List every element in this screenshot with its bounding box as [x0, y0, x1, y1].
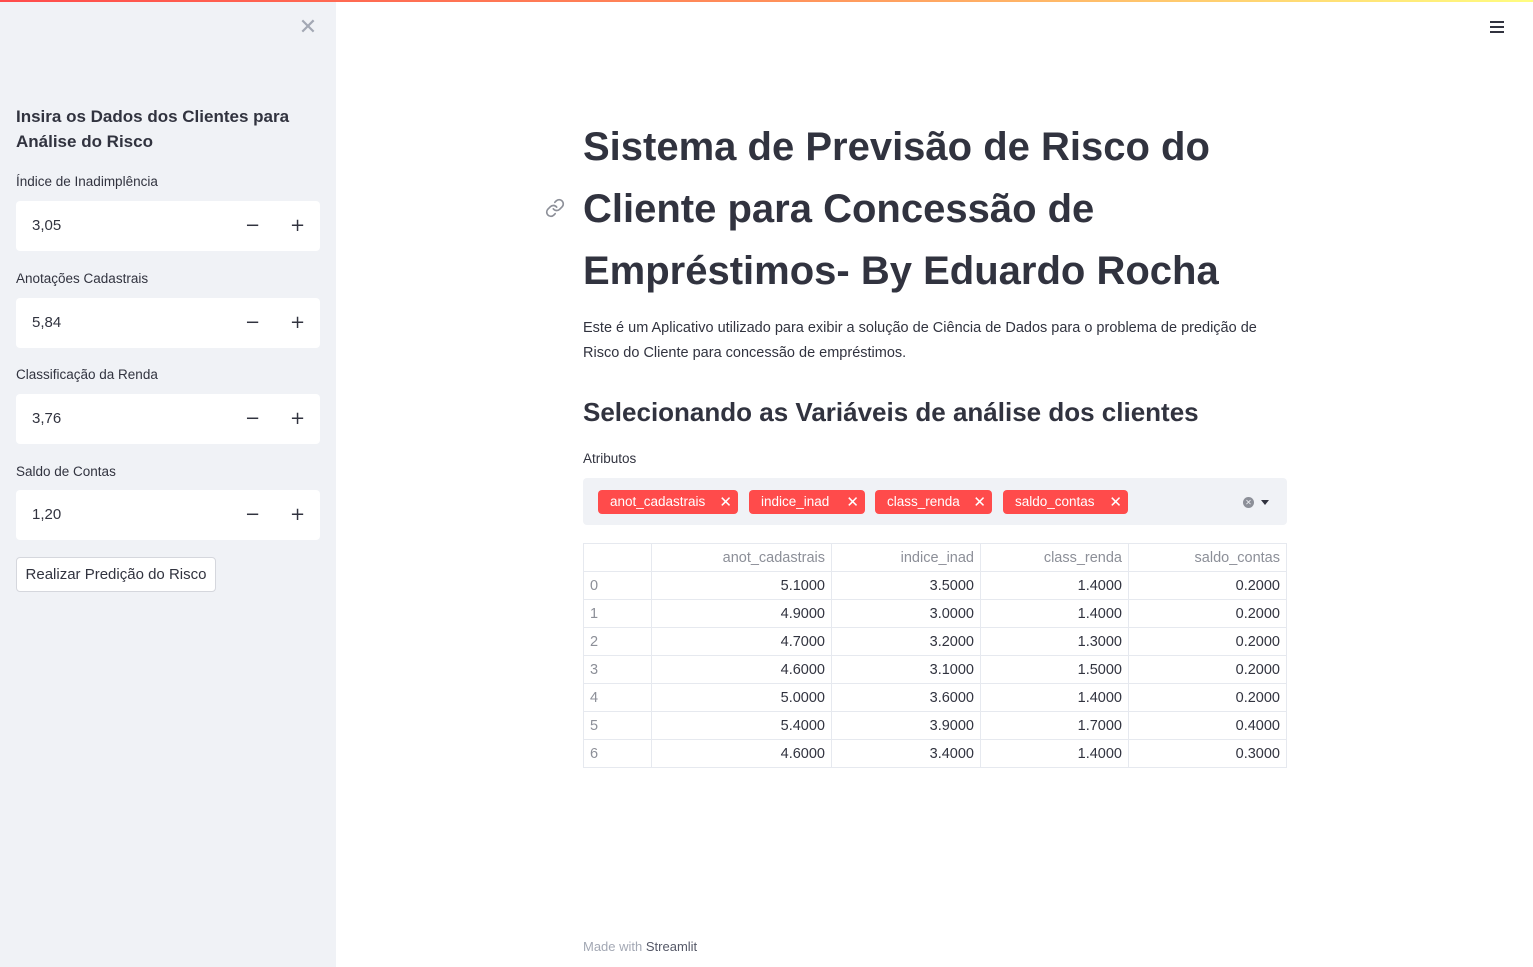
table-cell: 0.3000	[1128, 739, 1287, 768]
sidebar: ✕ Insira os Dados dos Clientes para Anál…	[0, 0, 336, 967]
data-table: anot_cadastrais indice_inad class_renda …	[583, 543, 1287, 768]
table-cell: 5.4000	[651, 711, 832, 740]
remove-tag-icon[interactable]: ✕	[846, 490, 859, 514]
increment-button[interactable]: +	[275, 490, 320, 540]
decoration-top-bar	[0, 0, 1533, 2]
close-icon[interactable]: ✕	[297, 16, 319, 40]
table-cell: 0.2000	[1128, 683, 1287, 712]
row-index: 1	[583, 599, 652, 628]
table-row: 1 4.9000 3.0000 1.4000 0.2000	[583, 599, 1287, 628]
remove-tag-icon[interactable]: ✕	[1109, 490, 1122, 514]
footer: Made with Streamlit	[583, 939, 697, 954]
column-header[interactable]: anot_cadastrais	[651, 543, 832, 572]
streamlit-link[interactable]: Streamlit	[646, 939, 697, 954]
number-input-indice-inadimplencia: 3,05 − +	[16, 201, 320, 251]
table-cell: 4.6000	[651, 655, 832, 684]
table-cell: 1.4000	[980, 683, 1129, 712]
clear-all-icon[interactable]: ✕	[1243, 497, 1254, 508]
table-cell: 3.2000	[831, 627, 981, 656]
number-field-value[interactable]: 1,20	[16, 490, 230, 540]
decrement-button[interactable]: −	[230, 394, 275, 444]
tag-anot-cadastrais: anot_cadastrais ✕	[598, 490, 738, 514]
table-row: 0 5.1000 3.5000 1.4000 0.2000	[583, 571, 1287, 600]
tag-saldo-contas: saldo_contas ✕	[1003, 490, 1128, 514]
table-cell: 3.5000	[831, 571, 981, 600]
table-cell: 1.4000	[980, 739, 1129, 768]
table-cell: 5.0000	[651, 683, 832, 712]
section-heading: Selecionando as Variáveis de análise dos…	[583, 397, 1199, 427]
tag-label: saldo_contas	[1015, 494, 1095, 509]
increment-button[interactable]: +	[275, 394, 320, 444]
number-input-saldo-contas: 1,20 − +	[16, 490, 320, 540]
predict-risk-button[interactable]: Realizar Predição do Risco	[16, 557, 216, 592]
table-cell: 3.4000	[831, 739, 981, 768]
label-classificacao-renda: Classificação da Renda	[16, 367, 158, 382]
column-header[interactable]: class_renda	[980, 543, 1129, 572]
number-field-value[interactable]: 3,76	[16, 394, 230, 444]
table-row: 6 4.6000 3.4000 1.4000 0.3000	[583, 739, 1287, 768]
label-anotacoes-cadastrais: Anotações Cadastrais	[16, 271, 149, 286]
page-title: Sistema de Previsão de Risco do Cliente …	[583, 125, 1219, 293]
row-index: 6	[583, 739, 652, 768]
remove-tag-icon[interactable]: ✕	[973, 490, 986, 514]
link-icon[interactable]	[545, 198, 565, 218]
table-cell: 1.3000	[980, 627, 1129, 656]
tag-label: indice_inad	[761, 494, 830, 509]
table-row: 4 5.0000 3.6000 1.4000 0.2000	[583, 683, 1287, 712]
attributes-multiselect[interactable]: anot_cadastrais ✕ indice_inad ✕ class_re…	[583, 478, 1287, 525]
table-cell: 1.4000	[980, 599, 1129, 628]
sidebar-heading: Insira os Dados dos Clientes para Anális…	[16, 107, 290, 151]
intro-text: Este é um Aplicativo utilizado para exib…	[583, 320, 1257, 361]
multiselect-label: Atributos	[583, 451, 637, 466]
table-cell: 4.6000	[651, 739, 832, 768]
table-cell: 5.1000	[651, 571, 832, 600]
column-header[interactable]: saldo_contas	[1128, 543, 1287, 572]
row-index: 3	[583, 655, 652, 684]
table-cell: 0.2000	[1128, 655, 1287, 684]
row-index: 2	[583, 627, 652, 656]
table-cell: 1.7000	[980, 711, 1129, 740]
tag-label: anot_cadastrais	[610, 494, 706, 509]
number-input-anotacoes-cadastrais: 5,84 − +	[16, 298, 320, 348]
chevron-down-icon[interactable]	[1261, 500, 1269, 505]
table-cell: 4.7000	[651, 627, 832, 656]
table-cell: 0.2000	[1128, 599, 1287, 628]
column-header[interactable]: indice_inad	[831, 543, 981, 572]
table-header-row: anot_cadastrais indice_inad class_renda …	[583, 543, 1287, 572]
tag-indice-inad: indice_inad ✕	[749, 490, 865, 514]
row-index: 5	[583, 711, 652, 740]
table-row: 3 4.6000 3.1000 1.5000 0.2000	[583, 655, 1287, 684]
row-index: 4	[583, 683, 652, 712]
tag-class-renda: class_renda ✕	[875, 490, 992, 514]
table-cell: 1.4000	[980, 571, 1129, 600]
decrement-button[interactable]: −	[230, 298, 275, 348]
remove-tag-icon[interactable]: ✕	[719, 490, 732, 514]
table-cell: 0.4000	[1128, 711, 1287, 740]
increment-button[interactable]: +	[275, 201, 320, 251]
table-cell: 1.5000	[980, 655, 1129, 684]
number-input-classificacao-renda: 3,76 − +	[16, 394, 320, 444]
table-cell: 3.9000	[831, 711, 981, 740]
decrement-button[interactable]: −	[230, 490, 275, 540]
row-index: 0	[583, 571, 652, 600]
table-cell: 3.0000	[831, 599, 981, 628]
table-cell: 0.2000	[1128, 627, 1287, 656]
decrement-button[interactable]: −	[230, 201, 275, 251]
tag-label: class_renda	[887, 494, 960, 509]
label-indice-inadimplencia: Índice de Inadimplência	[16, 174, 158, 189]
table-cell: 4.9000	[651, 599, 832, 628]
table-row: 5 5.4000 3.9000 1.7000 0.4000	[583, 711, 1287, 740]
hamburger-menu-icon[interactable]	[1487, 18, 1507, 38]
table-cell: 0.2000	[1128, 571, 1287, 600]
increment-button[interactable]: +	[275, 298, 320, 348]
footer-prefix: Made with	[583, 939, 646, 954]
table-cell: 3.1000	[831, 655, 981, 684]
label-saldo-contas: Saldo de Contas	[16, 464, 116, 479]
number-field-value[interactable]: 3,05	[16, 201, 230, 251]
number-field-value[interactable]: 5,84	[16, 298, 230, 348]
column-header-index	[583, 543, 652, 572]
table-cell: 3.6000	[831, 683, 981, 712]
table-row: 2 4.7000 3.2000 1.3000 0.2000	[583, 627, 1287, 656]
